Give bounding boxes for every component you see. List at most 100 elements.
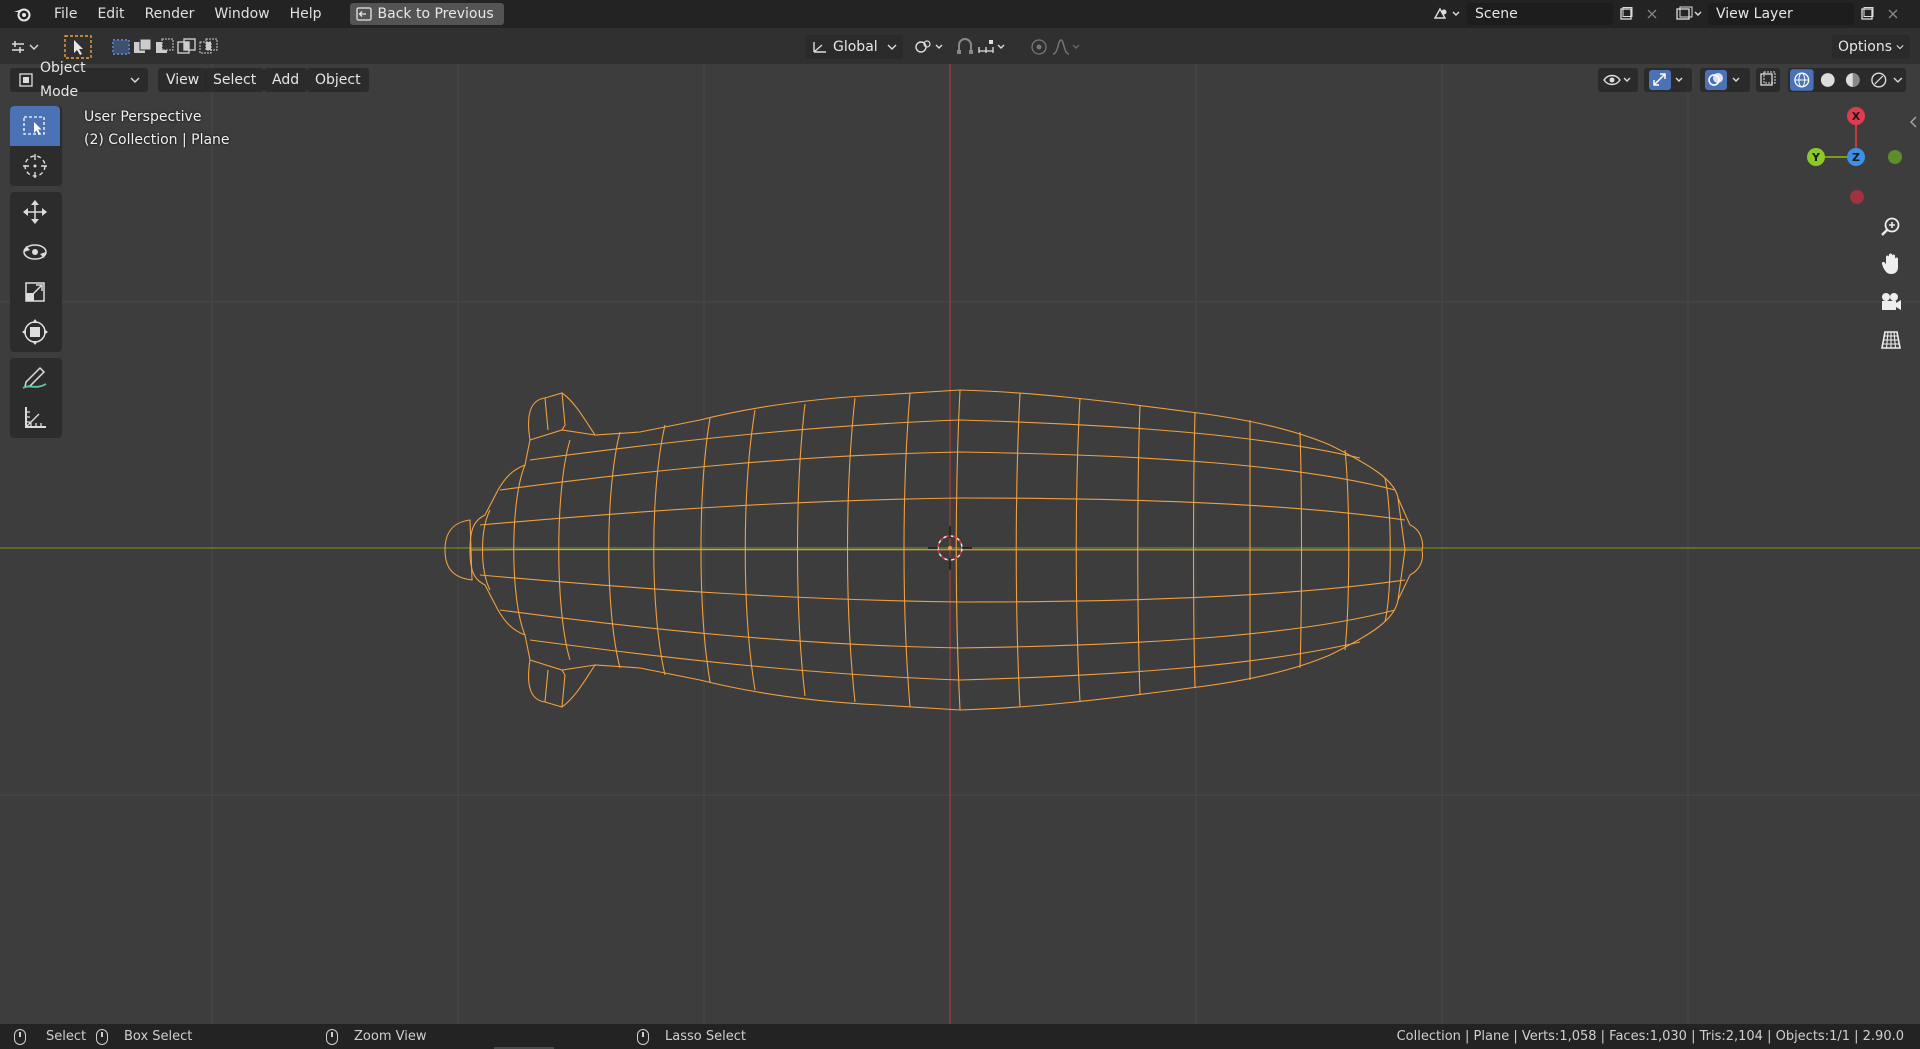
- 3d-viewport[interactable]: [0, 64, 1920, 1024]
- move-tool[interactable]: [10, 192, 60, 232]
- object-menu[interactable]: Object: [307, 68, 369, 92]
- scale-icon: [25, 282, 45, 302]
- new-scene-icon[interactable]: [1613, 3, 1639, 25]
- eye-icon: [1603, 74, 1631, 86]
- options-dropdown[interactable]: Options: [1832, 35, 1910, 59]
- proportional-edit-icon[interactable]: [1028, 37, 1050, 57]
- hand-icon: [1881, 253, 1898, 274]
- xray-icon: [1760, 71, 1776, 86]
- mode-subtract-icon[interactable]: [154, 37, 176, 57]
- object-mode-dropdown[interactable]: Object Mode: [10, 60, 148, 100]
- transform-tool[interactable]: [10, 312, 60, 352]
- status-zoom-hint: Zoom View: [326, 1024, 426, 1049]
- sidebar-toggle-icon[interactable]: [1908, 114, 1918, 130]
- status-lasso-hint: Lasso Select: [637, 1024, 746, 1049]
- selection-mode-group: [110, 35, 220, 59]
- menu-edit[interactable]: Edit: [87, 0, 134, 28]
- camera-icon: [1882, 293, 1901, 310]
- top-menu-bar: File Edit Render Window Help Back to Pre…: [0, 0, 1920, 28]
- drag-mouse-icon: [96, 1028, 108, 1045]
- viewport-info-overlay: User Perspective (2) Collection | Plane: [84, 106, 230, 152]
- status-lasso-label: Lasso Select: [665, 1029, 746, 1044]
- pan-view-button[interactable]: [1875, 248, 1907, 280]
- menu-window[interactable]: Window: [204, 0, 279, 28]
- chevron-down-icon: [1896, 45, 1904, 50]
- mode-extend-icon[interactable]: [132, 37, 154, 57]
- camera-view-button[interactable]: [1875, 286, 1907, 318]
- menu-render[interactable]: Render: [135, 0, 205, 28]
- collection-label: (2) Collection | Plane: [84, 132, 230, 148]
- options-label: Options: [1838, 39, 1893, 55]
- scene-statistics: Collection | Plane | Verts:1,058 | Faces…: [1396, 1029, 1904, 1044]
- rotate-icon: [23, 244, 47, 260]
- view-layer-selector[interactable]: View Layer: [1672, 3, 1906, 25]
- status-bar: Select Box Select Zoom View Lasso Select…: [0, 1024, 1920, 1049]
- view-layer-name-field[interactable]: View Layer: [1708, 3, 1854, 25]
- 3d-cursor: [928, 526, 972, 570]
- add-menu[interactable]: Add: [264, 68, 308, 92]
- snap-toggle-icon[interactable]: [954, 37, 976, 57]
- gizmo-neg-y-ball[interactable]: [1888, 150, 1902, 164]
- chevron-down-icon[interactable]: [1892, 69, 1904, 91]
- scene-name-field[interactable]: Scene: [1467, 3, 1613, 25]
- menu-file[interactable]: File: [44, 0, 87, 28]
- gizmo-z-ball[interactable]: Z: [1847, 148, 1865, 166]
- ortho-toggle-button[interactable]: [1875, 324, 1907, 356]
- mode-intersect-icon[interactable]: [198, 37, 220, 57]
- wireframe-shading-icon[interactable]: [1790, 69, 1814, 91]
- back-to-previous-button[interactable]: Back to Previous: [349, 3, 504, 25]
- blender-logo-icon[interactable]: [0, 0, 44, 28]
- menu-help[interactable]: Help: [280, 0, 332, 28]
- scale-tool[interactable]: [10, 272, 60, 312]
- right-mouse-icon: [637, 1028, 649, 1045]
- status-box-select-hint: Box Select: [96, 1024, 192, 1049]
- overlays-icon: [1705, 70, 1740, 90]
- grid-perspective-icon: [1881, 331, 1901, 349]
- viewport-header: Object Mode View Select Add Object: [0, 60, 1920, 100]
- snap-increment-icon[interactable]: [976, 37, 1010, 57]
- mode-set-icon[interactable]: [110, 37, 132, 57]
- orientation-label: Global: [833, 39, 878, 55]
- chevron-down-icon: [130, 77, 140, 83]
- select-box-tool[interactable]: [10, 106, 60, 146]
- gizmo-icon: [1649, 70, 1683, 90]
- transform-orientation-dropdown[interactable]: Global: [805, 35, 903, 59]
- cursor-icon: [23, 154, 47, 178]
- move-icon: [23, 200, 47, 224]
- tool-settings-header: Global Options: [0, 28, 1920, 64]
- gizmo-toggle[interactable]: [1644, 68, 1692, 92]
- falloff-icon[interactable]: [1050, 37, 1082, 57]
- scene-selector[interactable]: Scene: [1427, 3, 1665, 25]
- overlays-toggle[interactable]: [1700, 68, 1750, 92]
- gizmo-y-ball[interactable]: Y: [1807, 148, 1825, 166]
- navigation-gizmo[interactable]: X Y Z: [1800, 104, 1910, 214]
- new-view-layer-icon[interactable]: [1854, 3, 1880, 25]
- select-menu[interactable]: Select: [205, 68, 265, 92]
- editor-type-dropdown[interactable]: [10, 35, 44, 59]
- gizmo-neg-x-ball[interactable]: [1850, 190, 1864, 204]
- rotate-tool[interactable]: [10, 232, 60, 272]
- status-zoom-label: Zoom View: [354, 1029, 427, 1044]
- xray-toggle[interactable]: [1756, 68, 1780, 92]
- close-view-layer-icon[interactable]: [1880, 3, 1906, 25]
- measure-tool[interactable]: [10, 398, 60, 438]
- solid-shading-icon[interactable]: [1816, 69, 1840, 91]
- annotate-tool[interactable]: [10, 358, 60, 398]
- rendered-shading-icon[interactable]: [1867, 69, 1891, 91]
- orientation-icon: [813, 42, 826, 53]
- cursor-tool[interactable]: [10, 146, 60, 186]
- view-layer-icon[interactable]: [1672, 3, 1708, 25]
- zoom-view-button[interactable]: [1875, 211, 1907, 243]
- visibility-dropdown[interactable]: [1598, 68, 1638, 92]
- scene-icon[interactable]: [1427, 3, 1467, 25]
- status-select-label: Select: [46, 1029, 87, 1044]
- close-scene-icon[interactable]: [1639, 3, 1665, 25]
- mode-invert-icon[interactable]: [176, 37, 198, 57]
- view-menu[interactable]: View: [158, 68, 208, 92]
- pivot-point-dropdown[interactable]: [912, 35, 946, 59]
- material-shading-icon[interactable]: [1841, 69, 1865, 91]
- gizmo-x-ball[interactable]: X: [1847, 107, 1865, 125]
- middle-mouse-icon: [326, 1028, 338, 1045]
- mode-label: Object Mode: [40, 60, 86, 100]
- shading-group: [1788, 68, 1906, 92]
